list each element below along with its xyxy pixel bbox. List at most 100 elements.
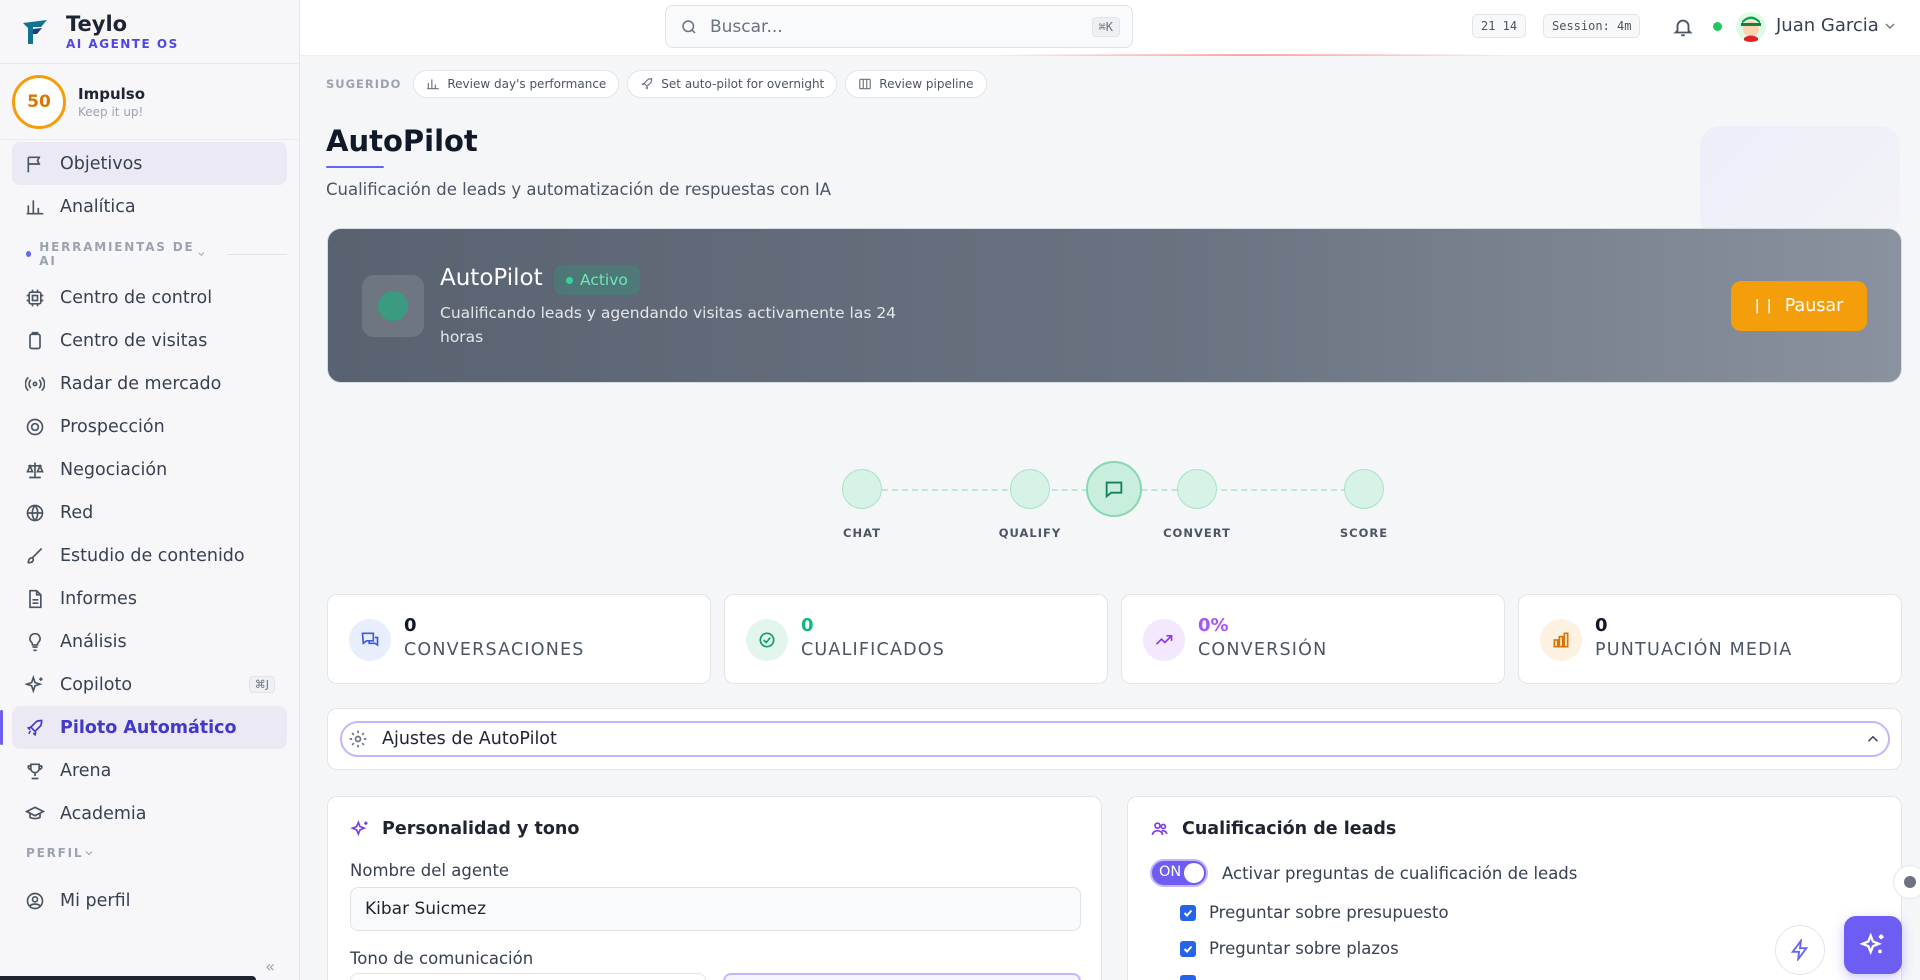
check-timeline[interactable]: Preguntar sobre plazos	[1180, 939, 1399, 958]
agent-name-field[interactable]: Kibar Suicmez	[350, 887, 1081, 931]
pipeline-stages: CHAT QUALIFY CONVERT SCORE	[300, 446, 1920, 540]
quick-action-button[interactable]	[1775, 925, 1825, 975]
chip-label: Review day's performance	[447, 77, 607, 91]
lightning-icon	[1790, 939, 1809, 961]
tone-label: Tono de comunicación	[350, 949, 534, 968]
graduation-icon	[24, 803, 46, 825]
title-underline	[326, 166, 384, 168]
sidebar-item-arena[interactable]: Arena	[12, 749, 287, 792]
tone-option-1[interactable]	[350, 973, 706, 980]
chevron-down-icon[interactable]	[1882, 18, 1898, 34]
ai-assistant-button[interactable]	[1844, 916, 1902, 974]
sidebar-item-piloto-automatico[interactable]: Piloto Automático	[0, 706, 287, 749]
sidebar-item-prospeccion[interactable]: Prospección	[12, 405, 287, 448]
stat-label: CUALIFICADOS	[801, 640, 946, 660]
sparkle-icon	[24, 674, 46, 696]
suggested-label: SUGERIDO	[326, 77, 402, 91]
card-header: Personalidad y tono	[350, 819, 579, 839]
streak-score: 50	[12, 74, 66, 129]
stage-circle	[842, 469, 882, 509]
stage-circle	[1177, 469, 1217, 509]
section-tools-toggle[interactable]: HERRAMIENTAS DE AI	[12, 236, 287, 272]
sidebar-item-academia[interactable]: Academia	[12, 792, 287, 835]
page-subtitle: Cualificación de leads y automatización …	[326, 180, 832, 199]
suggestion-chip-pipeline[interactable]: Review pipeline	[845, 70, 987, 98]
bell-icon[interactable]	[1672, 16, 1694, 38]
sidebar-item-label: Informes	[60, 588, 137, 609]
sidebar-item-label: Análisis	[60, 631, 127, 652]
chevron-down-icon	[198, 252, 205, 256]
clock-chip: 21 14	[1472, 14, 1527, 38]
checkbox-checked-icon[interactable]	[1180, 940, 1196, 957]
collapse-sidebar-button[interactable]: «	[265, 957, 275, 976]
stat-value: 0%	[1198, 615, 1229, 636]
clipboard-icon	[24, 330, 46, 352]
check-label: Preguntar sobre plazos	[1209, 939, 1399, 958]
sidebar-item-analisis[interactable]: Análisis	[12, 620, 287, 663]
streak-widget[interactable]: 50 Impulso Keep it up!	[0, 64, 299, 140]
sidebar-item-informes[interactable]: Informes	[12, 577, 287, 620]
sparkles-icon	[1859, 932, 1884, 956]
card-header: Cualificación de leads	[1150, 819, 1396, 839]
sidebar-item-centro-visitas[interactable]: Centro de visitas	[12, 319, 287, 362]
stat-value: 0	[1595, 615, 1608, 636]
sidebar-item-radar[interactable]: Radar de mercado	[12, 362, 287, 405]
search-input[interactable]: Buscar... ⌘K	[665, 5, 1133, 48]
sidebar-item-label: Arena	[60, 760, 112, 781]
suggestion-chip-autopilot[interactable]: Set auto-pilot for overnight	[627, 70, 838, 98]
sidebar-item-label: Prospección	[60, 416, 165, 437]
sparkles-icon	[350, 820, 368, 837]
settings-toggle[interactable]: Ajustes de AutoPilot	[340, 721, 1890, 757]
section-profile-toggle[interactable]: PERFIL	[12, 835, 287, 871]
user-circle-icon	[24, 890, 46, 912]
sidebar-item-centro-control[interactable]: Centro de control	[12, 276, 287, 319]
sidebar-item-estudio[interactable]: Estudio de contenido	[12, 534, 287, 577]
cpu-icon	[24, 287, 46, 309]
checkbox-checked-icon[interactable]	[1180, 975, 1196, 980]
search-icon	[682, 19, 696, 34]
hero-description: Cualificando leads y agendando visitas a…	[440, 304, 897, 346]
suggestion-chip-performance[interactable]: Review day's performance	[413, 70, 620, 98]
sidebar-item-label: Centro de control	[60, 287, 213, 308]
stat-card-conversion: 0% CONVERSIÓN	[1121, 594, 1505, 684]
tone-option-2[interactable]	[723, 973, 1081, 980]
check-label: Preguntar sobre presupuesto	[1209, 903, 1449, 922]
toggle-description: Activar preguntas de cualificación de le…	[1222, 863, 1578, 883]
stage-label: CHAT	[843, 526, 881, 540]
file-icon	[24, 588, 46, 610]
bar-chart-icon	[1540, 619, 1582, 661]
brand[interactable]: Teylo AI AGENTE OS	[0, 0, 299, 64]
check-budget[interactable]: Preguntar sobre presupuesto	[1180, 903, 1449, 922]
sidebar-item-label: Estudio de contenido	[60, 545, 245, 566]
stat-label: CONVERSACIONES	[404, 640, 585, 660]
toggle-knob	[1184, 863, 1204, 883]
sidebar-item-label: Academia	[60, 803, 147, 824]
sidebar-item-label: Red	[60, 502, 94, 523]
users-icon	[1151, 822, 1168, 835]
sidebar-item-copiloto[interactable]: Copiloto ⌘J	[12, 663, 287, 706]
check-next-partial[interactable]	[1180, 975, 1209, 980]
avatar[interactable]	[1736, 12, 1766, 42]
stage-score: SCORE	[1314, 469, 1414, 540]
sidebar-item-negociacion[interactable]: Negociación	[12, 448, 287, 491]
stage-label: SCORE	[1339, 526, 1389, 540]
scroll-indicator[interactable]	[1893, 865, 1920, 899]
checkbox-checked-icon[interactable]	[1180, 904, 1196, 921]
check-circle-icon	[746, 619, 788, 661]
qualification-toggle[interactable]: ON	[1150, 859, 1208, 887]
toggle-on-label: ON	[1159, 864, 1182, 880]
sidebar-item-mi-perfil[interactable]: Mi perfil	[12, 879, 287, 922]
chip-label: Set auto-pilot for overnight	[661, 77, 825, 91]
chip-label: Review pipeline	[879, 77, 974, 91]
sidebar-item-objetivos[interactable]: Objetivos	[12, 142, 287, 185]
brush-icon	[24, 545, 46, 567]
rocket-icon	[641, 78, 653, 90]
sidebar-item-analitica[interactable]: Analítica	[12, 185, 287, 228]
section-tools-label: HERRAMIENTAS DE AI	[39, 240, 195, 268]
sidebar-item-label: Negociación	[60, 459, 168, 480]
pause-icon: | |	[1754, 298, 1773, 314]
pause-button[interactable]: | | Pausar	[1731, 281, 1867, 331]
sidebar-item-red[interactable]: Red	[12, 491, 287, 534]
user-name[interactable]: Juan Garcia	[1776, 15, 1879, 36]
autopilot-status-card: AutoPilot Activo Cualificando leads y ag…	[327, 228, 1902, 383]
